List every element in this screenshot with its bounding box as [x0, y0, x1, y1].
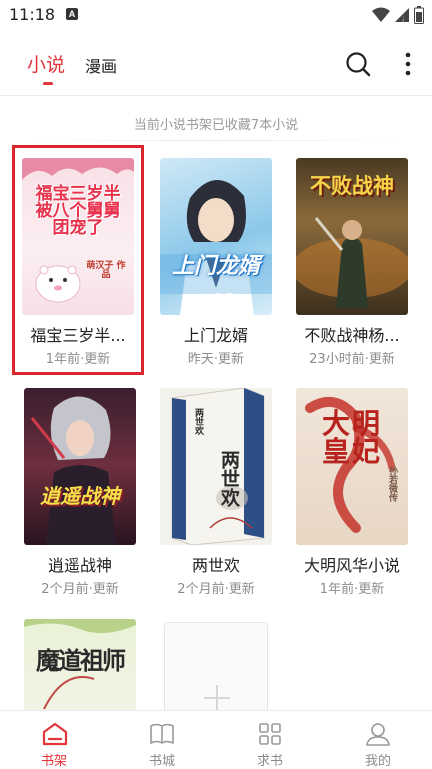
plus-icon: [204, 685, 230, 711]
status-time: 11:18: [9, 5, 56, 24]
book-cover[interactable]: 不败战神: [296, 158, 408, 315]
tab-novel[interactable]: 小说: [27, 50, 65, 77]
cover-side-title: 两世欢: [193, 408, 203, 435]
cover-art: [30, 396, 116, 545]
status-bar: 11:18 A: [0, 0, 432, 30]
grid-icon: [259, 723, 281, 745]
nav-request-book[interactable]: 求书: [216, 711, 324, 769]
book-city-icon: [150, 723, 174, 744]
nav-bookshelf[interactable]: 书架: [0, 711, 108, 769]
add-book-tile[interactable]: [164, 622, 268, 722]
cover-title: 上门龙婿: [171, 254, 260, 279]
nav-label: 求书: [256, 754, 283, 769]
cover-title: 不败战神: [310, 174, 394, 198]
book-title: 上门龙婿: [183, 326, 248, 345]
notification-icon: A: [66, 8, 78, 20]
bookshelf-icon: [42, 722, 68, 746]
shelf-count-notice: 当前小说书架已收藏7本小说: [133, 118, 299, 133]
book-cover[interactable]: 上门龙婿 叶公子 著: [160, 158, 272, 315]
status-icons: [372, 6, 424, 24]
nav-label: 我的: [364, 754, 391, 769]
nav-label: 书城: [148, 754, 175, 769]
book-title: 大明风华小说: [303, 556, 400, 575]
cover-author: 孙若微传: [387, 466, 397, 502]
tab-comic[interactable]: 漫画: [85, 53, 117, 77]
book-title: 两世欢: [191, 556, 240, 575]
nav-label: 书架: [40, 754, 67, 769]
book-title: 不败战神杨...: [304, 326, 400, 345]
book-update-time: 昨天·更新: [187, 352, 245, 367]
divider: [30, 140, 402, 141]
book-update-time: 23小时前·更新: [309, 352, 395, 367]
top-header: 小说 漫画: [0, 30, 432, 96]
signal-icon: [395, 8, 409, 22]
cover-author: 叶公子 著: [198, 293, 234, 302]
selection-highlight: [12, 145, 144, 375]
cover-title: 大明皇妃: [321, 407, 382, 468]
nav-profile[interactable]: 我的: [324, 711, 432, 769]
book-update-time: 1年前·更新: [319, 582, 385, 597]
book-cover[interactable]: 两世欢 两世欢: [160, 388, 272, 545]
profile-icon: [366, 723, 390, 746]
cover-title: 逍遥战神: [40, 484, 120, 508]
search-icon[interactable]: [344, 50, 372, 78]
cover-art: [160, 179, 272, 315]
wifi-icon: [372, 7, 390, 22]
more-options-icon[interactable]: [398, 50, 418, 78]
book-title: 逍遥战神: [47, 556, 112, 575]
cover-title: 魔道祖师: [36, 647, 126, 675]
book-cover[interactable]: 魔道祖师: [24, 619, 136, 719]
book-cover[interactable]: 大明皇妃 孙若微传: [296, 388, 408, 545]
book-update-time: 2个月前·更新: [41, 582, 119, 597]
active-tab-indicator: [43, 82, 53, 85]
battery-icon: [414, 6, 424, 24]
nav-book-city[interactable]: 书城: [108, 711, 216, 769]
book-update-time: 2个月前·更新: [177, 582, 255, 597]
bottom-navigation: 书架 书城 求书 我的: [0, 710, 432, 769]
book-cover[interactable]: 逍遥战神: [24, 388, 136, 545]
cover-title: 两世欢: [218, 450, 240, 507]
